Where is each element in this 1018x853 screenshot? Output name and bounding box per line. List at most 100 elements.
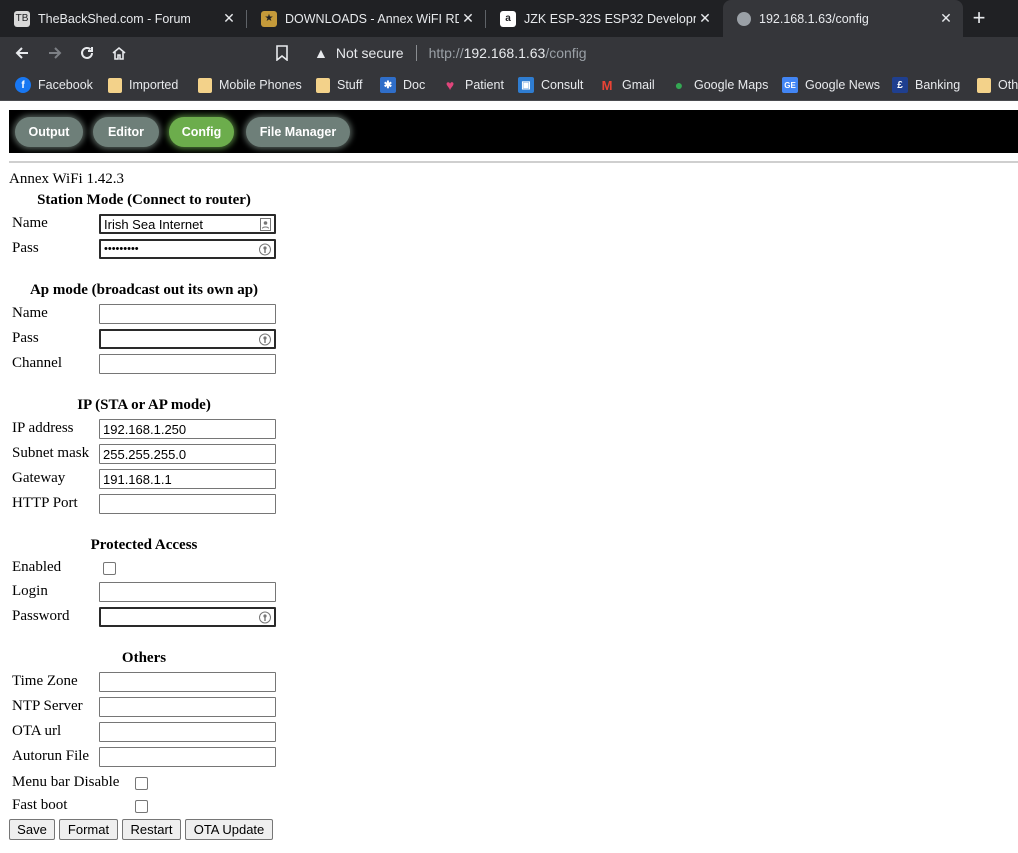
ota-update-button[interactable]: OTA Update [185,819,273,840]
security-label: Not secure [335,45,404,61]
login-field[interactable] [99,582,276,602]
close-icon[interactable]: ✕ [459,10,477,28]
subnet-mask-field[interactable]: 255.255.255.0 [99,444,276,464]
forward-icon[interactable] [44,42,66,64]
gateway-label: Gateway [12,470,66,486]
ap-name-label: Name [12,305,48,321]
bookmark-label: Patient [465,78,504,92]
bookmark-star-icon[interactable] [271,42,293,64]
key-icon[interactable] [259,611,271,624]
ap-channel-label: Channel [12,355,62,371]
tab-thebackshed[interactable]: TB TheBackShed.com - Forum ✕ [0,0,246,37]
back-icon[interactable] [11,42,33,64]
tab-amazon[interactable]: a JZK ESP-32S ESP32 Development B ✕ [486,0,722,37]
bookmark-facebook[interactable]: f Facebook [15,76,93,94]
station-heading: Station Mode (Connect to router) [37,192,251,208]
menu-bar-disable-label: Menu bar Disable [12,774,120,790]
password-field[interactable] [99,607,276,627]
ap-channel-field[interactable] [99,354,276,374]
bookmark-doc[interactable]: ✱ Doc [380,76,425,94]
save-button[interactable]: Save [9,819,55,840]
http-port-field[interactable] [99,494,276,514]
contact-card-icon[interactable] [259,217,271,231]
maps-icon: ● [674,77,684,93]
gateway-value: 191.168.1.1 [103,471,172,487]
bookmark-label: Gmail [622,78,655,92]
bookmark-imported[interactable]: Imported [108,76,178,94]
bookmark-label: Banking [915,78,961,92]
reload-icon[interactable] [76,42,98,64]
bookmark-patient[interactable]: ♥ Patient [442,76,504,94]
pound-icon: £ [892,77,908,93]
menu-bar-disable-checkbox[interactable] [135,777,148,790]
station-pass-label: Pass [12,240,39,256]
ota-url-field[interactable] [99,722,276,742]
gateway-field[interactable]: 191.168.1.1 [99,469,276,489]
bookmark-others[interactable]: Oth [977,76,1018,94]
ntp-server-label: NTP Server [12,698,83,714]
http-port-label: HTTP Port [12,495,78,511]
ip-address-field[interactable]: 192.168.1.250 [99,419,276,439]
password-label: Password [12,608,70,624]
bookmark-label: Google News [805,78,881,92]
url-path: /config [545,45,587,61]
facebook-icon: f [15,77,31,93]
autorun-file-field[interactable] [99,747,276,767]
station-pass-field[interactable]: ••••••••• [99,239,276,259]
bookmark-google-maps[interactable]: ● Google Maps [671,76,769,94]
menu-output-button[interactable]: Output [15,117,83,147]
station-name-field[interactable]: Irish Sea Internet [99,214,276,234]
enabled-checkbox[interactable] [103,562,116,575]
home-icon[interactable] [108,42,130,64]
consult-icon: ▣ [518,77,534,93]
restart-button[interactable]: Restart [122,819,181,840]
bookmark-consult[interactable]: ▣ Consult [518,76,583,94]
url-prefix: http:// [428,45,464,61]
login-label: Login [12,583,48,599]
key-icon[interactable] [259,333,271,346]
menu-editor-button[interactable]: Editor [93,117,159,147]
warning-icon[interactable]: ▲ [314,45,328,61]
folder-icon [316,77,330,93]
close-icon[interactable]: ✕ [220,10,238,28]
tab-downloads[interactable]: ★ DOWNLOADS - Annex WiFI RDS ✕ [247,0,485,37]
others-heading: Others [121,650,167,666]
ip-heading: IP (STA or AP mode) [77,397,211,413]
bookmark-label: Imported [129,78,179,92]
subnet-mask-value: 255.255.255.0 [103,446,187,462]
menu-config-button[interactable]: Config [169,117,234,147]
fast-boot-checkbox[interactable] [135,800,148,813]
enabled-label: Enabled [12,559,62,575]
tab-title: JZK ESP-32S ESP32 Development B [524,11,696,26]
ap-pass-field[interactable] [99,329,276,349]
new-tab-button[interactable]: + [968,7,990,30]
thebackshed-favicon: TB [14,10,30,27]
globe-icon [737,11,751,26]
bookmark-stuff[interactable]: Stuff [316,76,362,94]
format-button[interactable]: Format [59,819,118,840]
ntp-server-field[interactable] [99,697,276,717]
menu-bar: Output Editor Config File Manager [9,110,1018,153]
subnet-mask-label: Subnet mask [12,445,90,461]
bookmark-label: Google Maps [694,78,769,92]
time-zone-field[interactable] [99,672,276,692]
tab-title: DOWNLOADS - Annex WiFI RDS [285,11,459,26]
bookmark-google-news[interactable]: GE Google News [782,76,880,94]
browser-toolbar: ▲ Not secure http://192.168.1.63/config [0,37,1018,69]
close-icon[interactable]: ✕ [937,10,955,28]
ap-name-field[interactable] [99,304,276,324]
key-icon[interactable] [259,243,271,256]
ota-url-label: OTA url [12,723,62,739]
time-zone-label: Time Zone [12,673,78,689]
close-icon[interactable]: ✕ [696,10,714,28]
address-bar[interactable]: ▲ Not secure http://192.168.1.63/config [300,39,1018,67]
version-label: Annex WiFi 1.42.3 [9,171,124,187]
news-icon: GE [782,77,798,93]
bookmark-label: Oth [998,78,1018,92]
tab-config[interactable]: 192.168.1.63/config ✕ [723,0,963,37]
browser-tab-strip: TB TheBackShed.com - Forum ✕ ★ DOWNLOADS… [0,0,1018,37]
bookmark-mobile-phones[interactable]: Mobile Phones [198,76,302,94]
bookmark-gmail[interactable]: M Gmail [599,76,655,94]
bookmark-banking[interactable]: £ Banking [892,76,960,94]
menu-file-manager-button[interactable]: File Manager [246,117,350,147]
